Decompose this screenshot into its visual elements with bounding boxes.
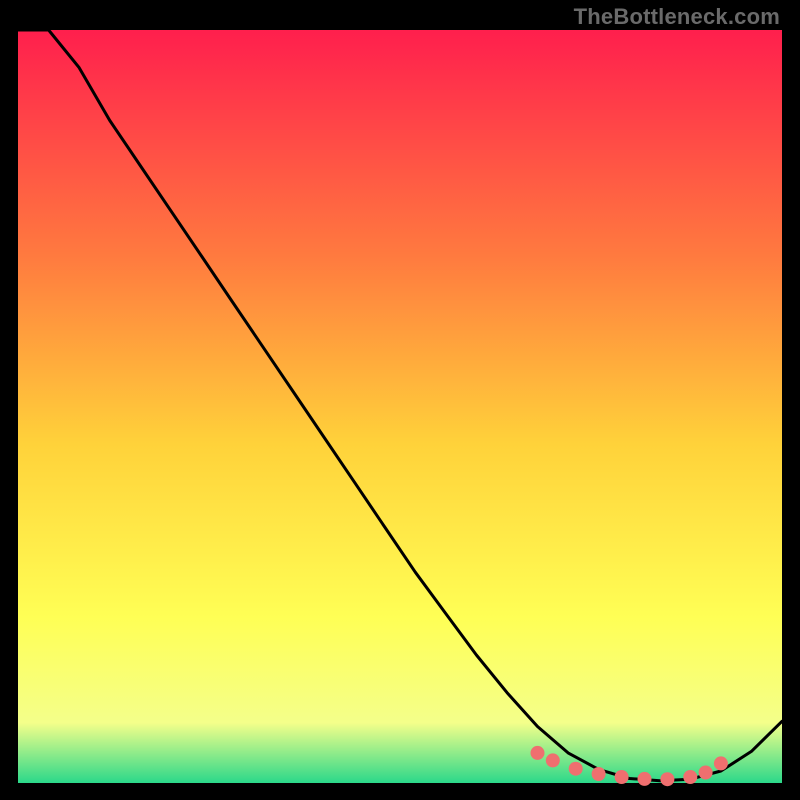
curve-marker — [683, 770, 697, 784]
curve-marker — [569, 762, 583, 776]
curve-marker — [699, 766, 713, 780]
curve-marker — [546, 753, 560, 767]
plot-background — [18, 30, 782, 783]
curve-marker — [531, 746, 545, 760]
curve-marker — [615, 770, 629, 784]
curve-marker — [714, 756, 728, 770]
bottleneck-chart — [0, 0, 800, 800]
curve-marker — [592, 767, 606, 781]
curve-marker — [638, 772, 652, 786]
curve-marker — [660, 772, 674, 786]
chart-frame: { "watermark": "TheBottleneck.com", "col… — [0, 0, 800, 800]
